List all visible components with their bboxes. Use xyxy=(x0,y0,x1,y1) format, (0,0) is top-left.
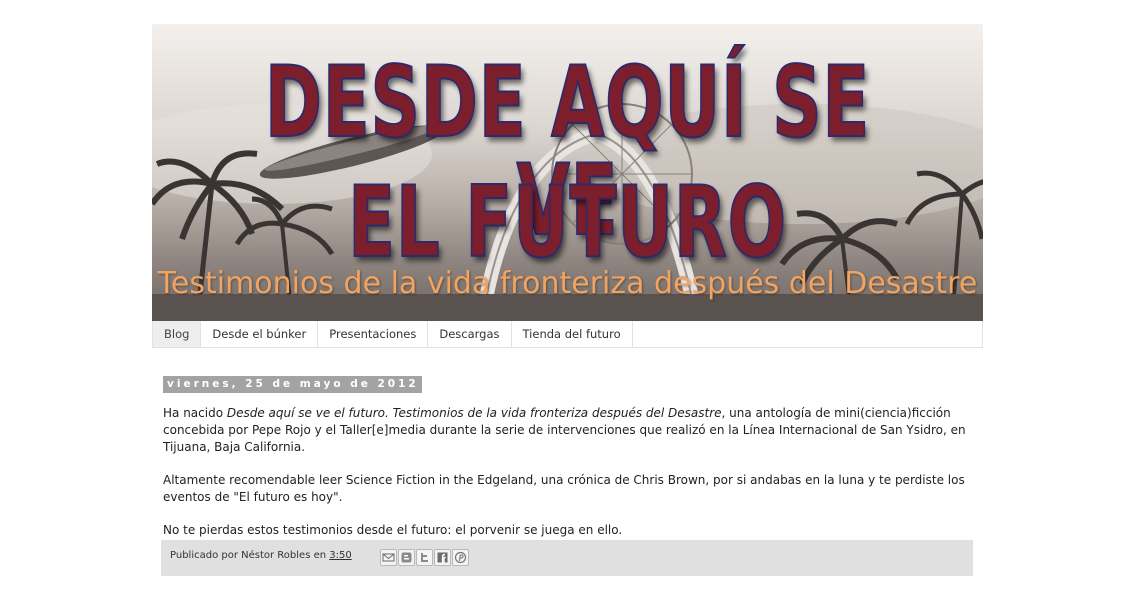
header-banner[interactable]: DESDE AQUÍ SE VE EL FUTURO Testimonios d… xyxy=(152,24,983,321)
blog-page: DESDE AQUÍ SE VE EL FUTURO Testimonios d… xyxy=(152,24,983,348)
post-timestamp-link[interactable]: 3:50 xyxy=(329,550,351,561)
nav-tabs: Blog Desde el búnker Presentaciones Desc… xyxy=(152,321,983,348)
banner-title-line2: EL FUTURO xyxy=(347,166,787,280)
email-icon[interactable] xyxy=(380,549,397,566)
twitter-icon[interactable] xyxy=(416,549,433,566)
tab-blog[interactable]: Blog xyxy=(153,321,202,347)
post-paragraph-2: Altamente recomendable leer Science Fict… xyxy=(163,473,965,504)
post-date: viernes, 25 de mayo de 2012 xyxy=(163,376,422,393)
tab-presentaciones[interactable]: Presentaciones xyxy=(318,321,429,347)
pinterest-icon[interactable] xyxy=(452,549,469,566)
tab-descargas[interactable]: Descargas xyxy=(428,321,512,347)
facebook-icon[interactable] xyxy=(434,549,451,566)
tab-desde-el-bunker[interactable]: Desde el búnker xyxy=(201,321,319,347)
banner-subtitle: Testimonios de la vida fronteriza despué… xyxy=(157,266,978,301)
byline-text: Publicado por Néstor Robles en xyxy=(170,550,330,561)
book-title: Desde aquí se ve el futuro. Testimonios … xyxy=(226,406,722,420)
post-paragraph-1: Ha nacido Desde aquí se ve el futuro. Te… xyxy=(163,405,973,456)
blogger-icon[interactable] xyxy=(398,549,415,566)
post-footer: Publicado por Néstor Robles en 3:50 xyxy=(161,540,973,576)
post-body: Ha nacido Desde aquí se ve el futuro. Te… xyxy=(163,405,973,555)
post-paragraph-3: No te pierdas estos testimonios desde el… xyxy=(163,523,623,537)
share-buttons xyxy=(380,549,469,566)
post-text: Ha nacido xyxy=(163,406,227,420)
post-byline: Publicado por Néstor Robles en 3:50 xyxy=(170,550,352,561)
tab-tienda-del-futuro[interactable]: Tienda del futuro xyxy=(512,321,633,347)
